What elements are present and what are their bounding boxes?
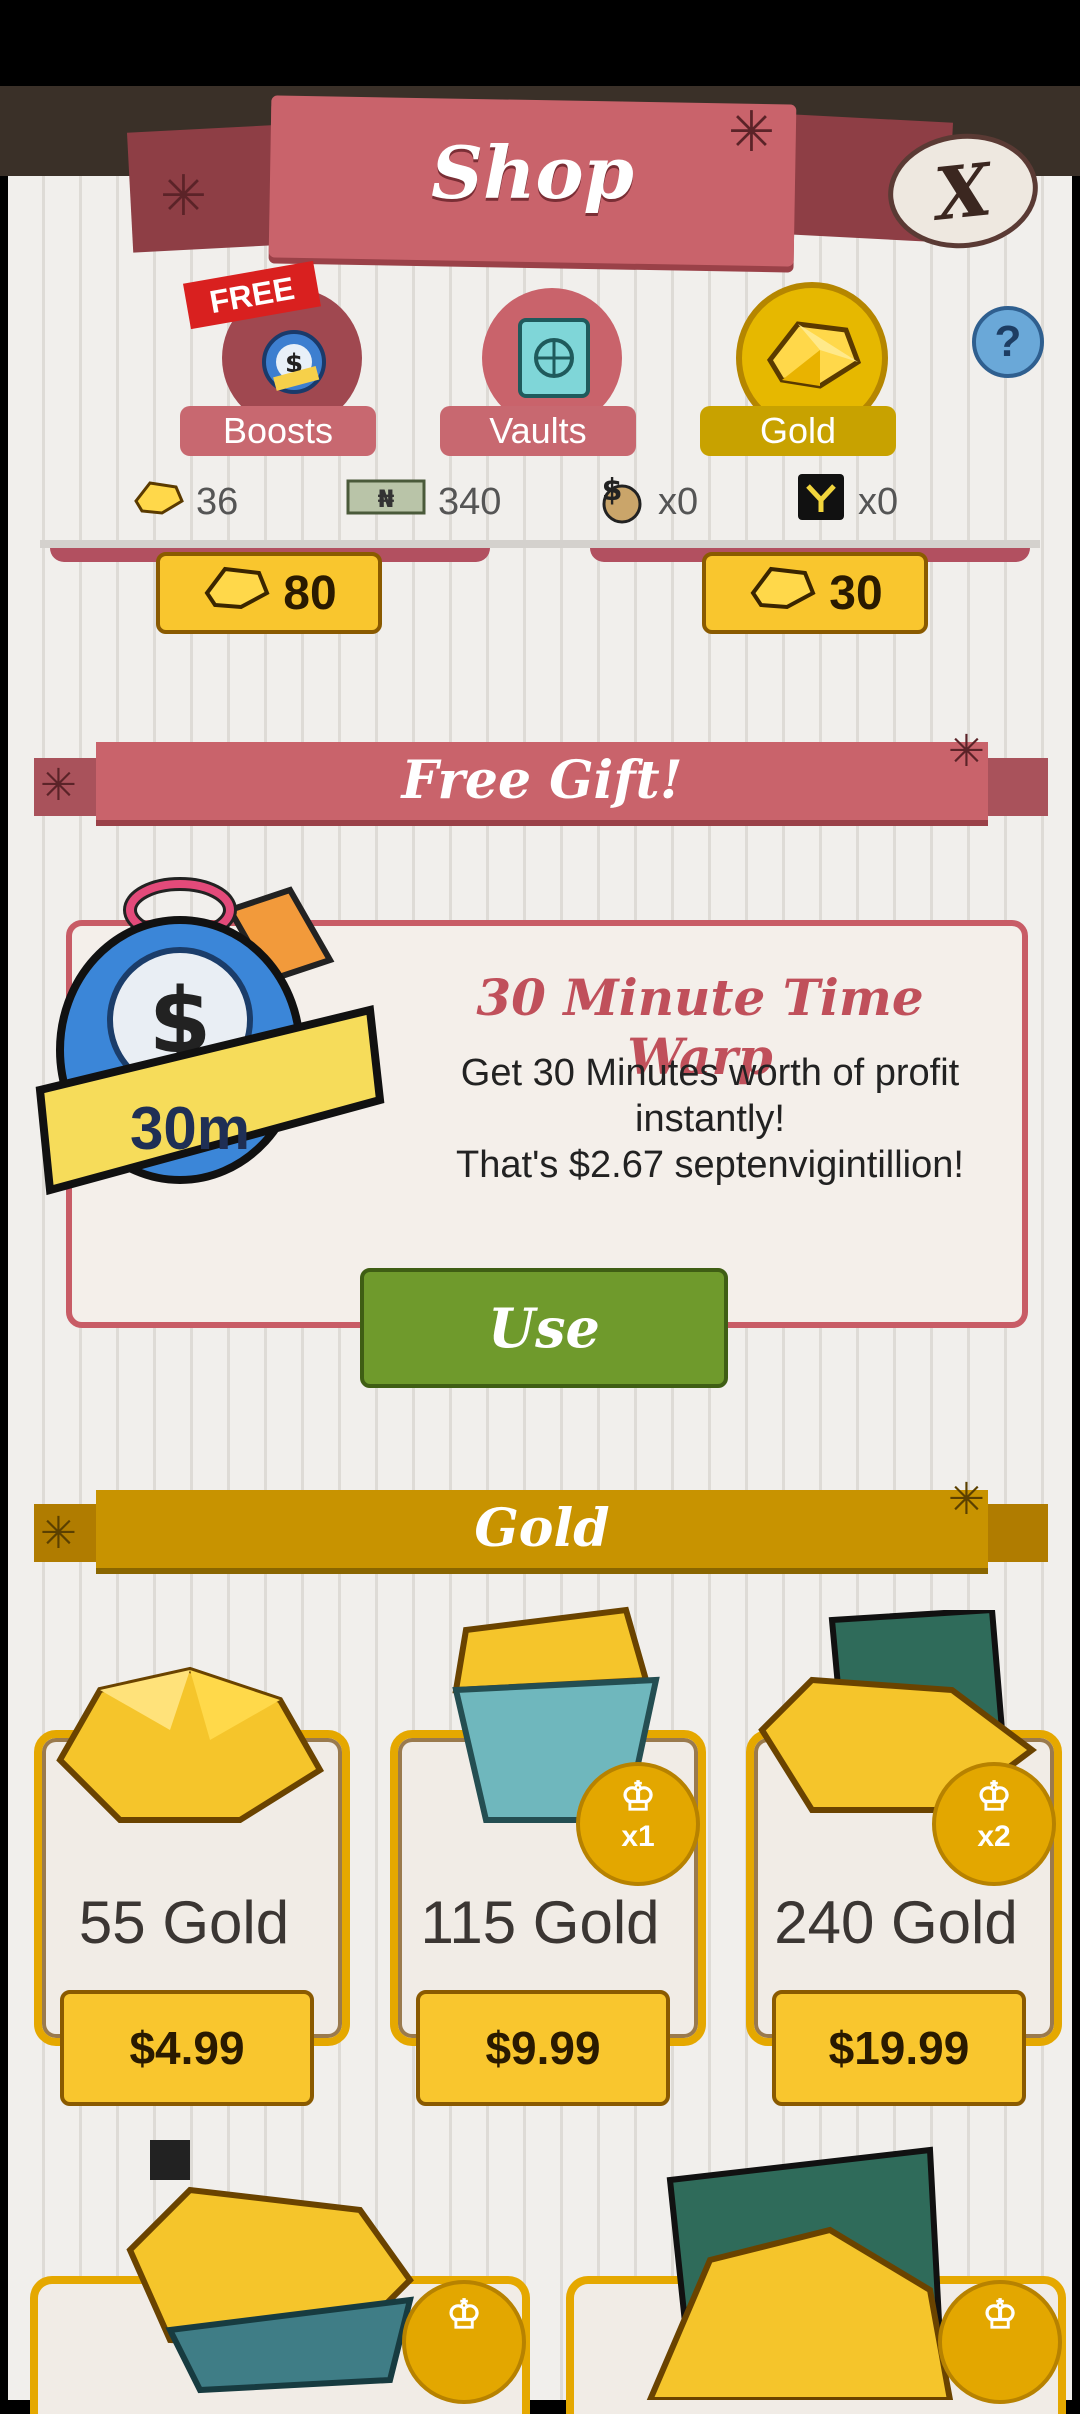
time-badge: 30m xyxy=(130,1095,251,1162)
gift-desc-line: instantly! xyxy=(635,1098,785,1140)
manager-badge: ♔ x1 xyxy=(576,1762,700,1886)
angel-investor-icon xyxy=(796,472,846,532)
gold-vault-icon xyxy=(630,2140,960,2403)
currency-value: 340 xyxy=(438,480,502,523)
currency-value: x0 xyxy=(858,480,899,523)
manager-badge: ♔ xyxy=(938,2280,1062,2404)
free-gift-banner: Free Gift! xyxy=(96,742,988,820)
gift-description: Get 30 Minutes worth of profit instantly… xyxy=(440,1050,980,1188)
gold-pack-label: 115 Gold xyxy=(420,1889,660,1956)
currency-megabucks: ₦ 340 xyxy=(346,476,501,528)
currency-moneybag: $ x0 xyxy=(592,473,699,528)
gold-pack-label: 240 Gold xyxy=(774,1889,1018,1956)
tab-vaults[interactable]: Vaults xyxy=(440,288,640,458)
sparkle-icon: ✳ xyxy=(160,164,207,227)
tab-label: Boosts xyxy=(180,406,376,456)
price-button[interactable]: 80 xyxy=(156,552,382,634)
badge-label: x1 xyxy=(621,1820,655,1853)
gold-pile-icon xyxy=(40,1640,340,1840)
buy-button[interactable]: $4.99 xyxy=(60,1990,314,2106)
gift-desc-line: That's $2.67 septenvigintillion! xyxy=(456,1144,964,1186)
currency-angel: x0 xyxy=(796,474,899,528)
page-title: Shop xyxy=(431,130,634,215)
svg-text:$: $ xyxy=(602,473,623,508)
vault-icon xyxy=(512,314,596,402)
buy-button[interactable]: $19.99 xyxy=(772,1990,1026,2106)
tab-label: Vaults xyxy=(440,406,636,456)
help-button[interactable]: ? xyxy=(972,306,1044,378)
badge-label: x2 xyxy=(977,1820,1011,1853)
gold-nugget-icon xyxy=(760,310,864,396)
moneybag-icon: $ xyxy=(592,470,646,534)
divider xyxy=(40,540,1040,548)
price-label: 30 xyxy=(829,566,883,620)
price-label: 80 xyxy=(283,566,337,620)
gold-icon xyxy=(747,563,817,623)
svg-text:₦: ₦ xyxy=(378,485,395,513)
megabucks-icon: ₦ xyxy=(346,477,426,527)
stopwatch-moneybag-icon: $ xyxy=(254,318,334,398)
sparkle-icon: ✳ xyxy=(40,761,77,810)
currency-value: 36 xyxy=(196,480,239,523)
gold-wheelbarrow-icon xyxy=(110,2130,440,2400)
gold-icon xyxy=(132,479,184,525)
sparkle-icon: ✳ xyxy=(948,1475,985,1524)
currency-value: x0 xyxy=(658,480,699,523)
gift-desc-line: Get 30 Minutes worth of profit xyxy=(460,1052,960,1094)
manager-badge: ♔ x2 xyxy=(932,1762,1056,1886)
close-icon: X xyxy=(930,145,996,237)
tab-gold[interactable]: Gold xyxy=(700,282,900,458)
sparkle-icon: ✳ xyxy=(948,727,985,776)
gold-pack-label: 55 Gold xyxy=(78,1889,290,1956)
price-button[interactable]: 30 xyxy=(702,552,928,634)
gold-icon xyxy=(201,563,271,623)
use-button[interactable]: Use xyxy=(360,1268,728,1388)
question-icon: ? xyxy=(994,317,1022,366)
sparkle-icon: ✳ xyxy=(40,1509,77,1558)
buy-button[interactable]: $9.99 xyxy=(416,1990,670,2106)
currency-gold: 36 xyxy=(132,476,238,528)
manager-badge: ♔ xyxy=(402,2280,526,2404)
gold-banner: Gold xyxy=(96,1490,988,1568)
tab-label: Gold xyxy=(700,406,896,456)
status-bar xyxy=(0,0,1080,86)
